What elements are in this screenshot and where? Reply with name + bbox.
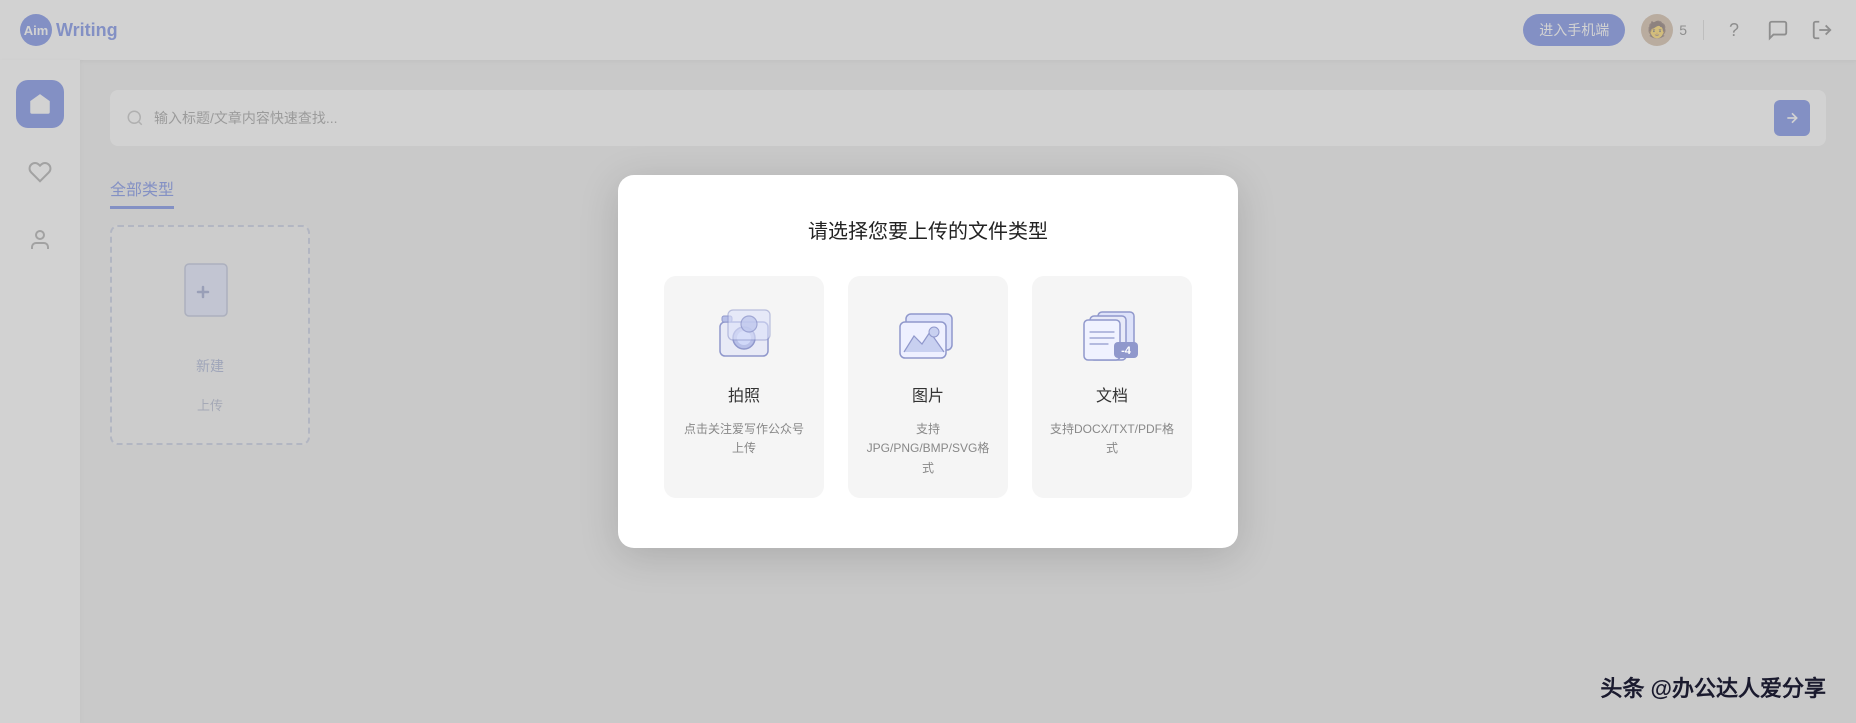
option-document-desc: 支持DOCX/TXT/PDF格式 <box>1048 420 1176 458</box>
overlay: 请选择您要上传的文件类型 <box>0 0 1856 723</box>
camera-icon <box>712 304 776 368</box>
option-image[interactable]: 图片 支持JPG/PNG/BMP/SVG格式 <box>848 276 1008 498</box>
upload-dialog: 请选择您要上传的文件类型 <box>618 175 1238 548</box>
option-document[interactable]: -4 文档 支持DOCX/TXT/PDF格式 <box>1032 276 1192 498</box>
svg-text:-4: -4 <box>1121 345 1132 357</box>
watermark: 头条 @办公达人爱分享 <box>1600 671 1826 703</box>
option-camera-desc: 点击关注爱写作公众号上传 <box>680 420 808 458</box>
image-icon <box>896 304 960 368</box>
dialog-title: 请选择您要上传的文件类型 <box>808 215 1048 244</box>
option-camera[interactable]: 拍照 点击关注爱写作公众号上传 <box>664 276 824 498</box>
option-image-label: 图片 <box>912 382 944 406</box>
dialog-options: 拍照 点击关注爱写作公众号上传 图片 <box>664 276 1192 498</box>
option-camera-label: 拍照 <box>728 382 760 406</box>
document-icon: -4 <box>1080 304 1144 368</box>
option-document-label: 文档 <box>1096 382 1128 406</box>
option-image-desc: 支持JPG/PNG/BMP/SVG格式 <box>864 420 992 478</box>
